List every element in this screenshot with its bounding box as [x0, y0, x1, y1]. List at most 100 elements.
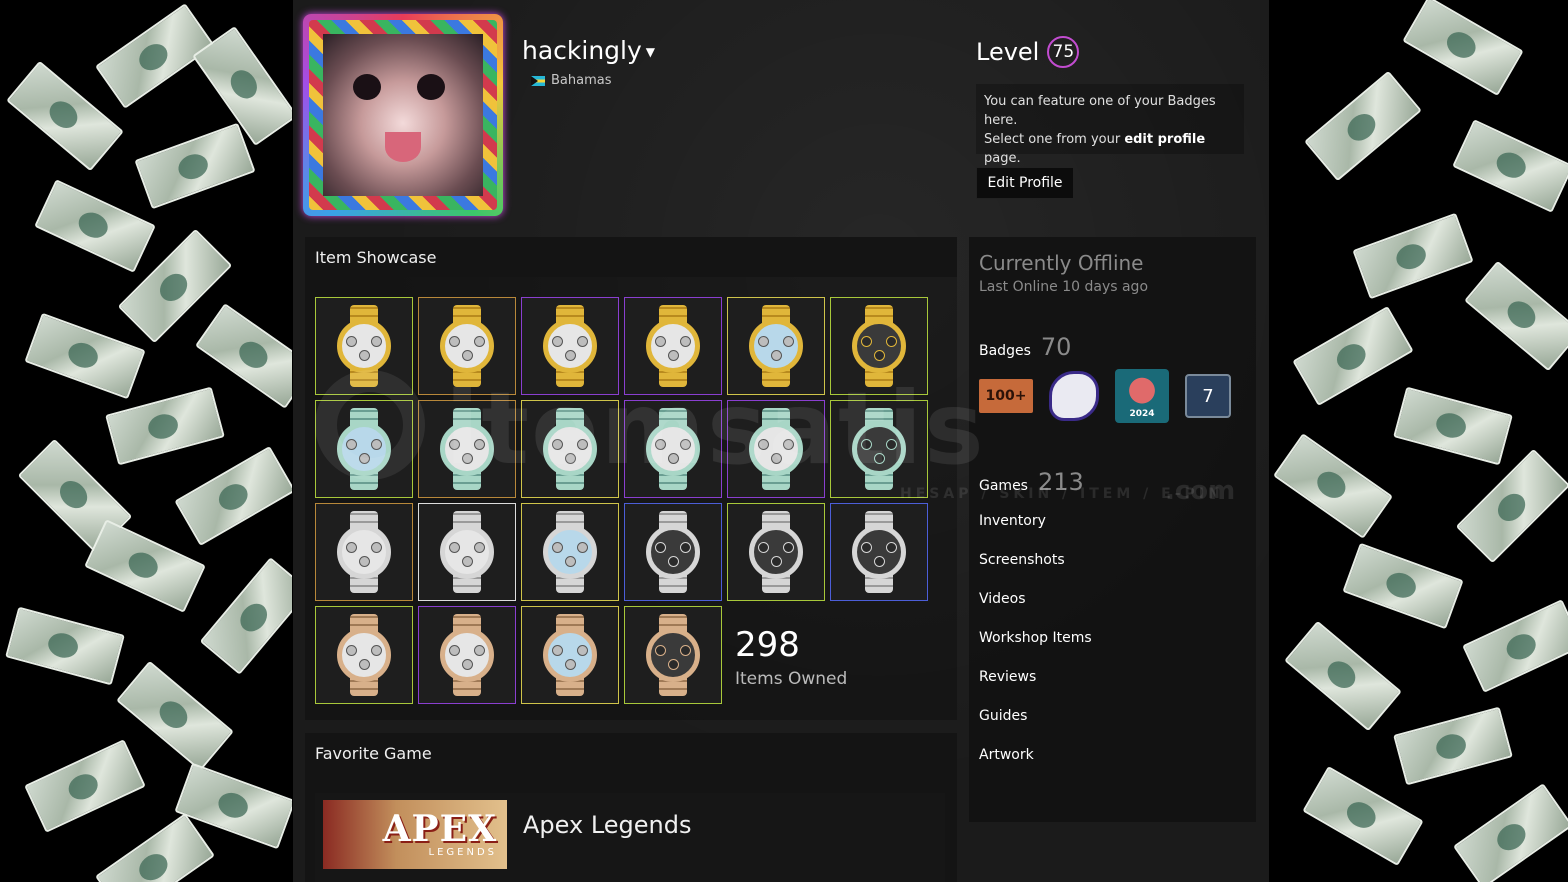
dollar-bill-decoration	[1393, 706, 1513, 786]
featured-badge-note: You can feature one of your Badges here.…	[976, 84, 1244, 166]
showcase-item[interactable]	[418, 400, 516, 498]
games-count: 213	[1037, 468, 1084, 496]
game-capsule[interactable]: APEX LEGENDS	[323, 800, 507, 869]
favorite-game: APEX LEGENDS Apex Legends	[305, 773, 957, 882]
watch-icon	[333, 305, 395, 387]
watch-icon	[436, 511, 498, 593]
watch-icon	[539, 305, 601, 387]
dollar-bill-decoration	[1453, 783, 1568, 882]
showcase-item[interactable]	[830, 297, 928, 395]
edit-profile-link[interactable]: edit profile	[1124, 132, 1205, 147]
level-badge[interactable]: 75	[1047, 36, 1080, 68]
years-of-service-badge[interactable]: 100+	[979, 379, 1033, 413]
item-showcase-header: Item Showcase	[305, 237, 957, 277]
edit-profile-button[interactable]: Edit Profile	[976, 167, 1074, 199]
level: Level 75	[976, 36, 1080, 68]
showcase-item[interactable]	[830, 503, 928, 601]
dollar-bill-decoration	[174, 445, 292, 547]
watch-icon	[745, 305, 807, 387]
wolf-badge[interactable]	[1049, 371, 1099, 421]
showcase-item[interactable]	[727, 400, 825, 498]
watch-icon	[436, 408, 498, 490]
level-label: Level	[976, 38, 1040, 66]
dollar-bill-decoration	[5, 606, 125, 686]
showcase-item[interactable]	[418, 297, 516, 395]
showcase-item[interactable]	[418, 503, 516, 601]
profile-sidebar: Currently Offline Last Online 10 days ag…	[969, 237, 1256, 822]
dollar-bill-decoration	[84, 519, 206, 613]
avatar[interactable]	[323, 34, 483, 196]
link-reviews[interactable]: Reviews	[979, 669, 1092, 708]
link-inventory[interactable]: Inventory	[979, 513, 1092, 552]
watch-icon	[745, 408, 807, 490]
dollar-bill-decoration	[1462, 599, 1568, 693]
watch-icon	[848, 511, 910, 593]
dollar-bill-decoration	[192, 26, 292, 146]
badges-count: 70	[1040, 333, 1072, 361]
dollar-bill-decoration	[1393, 386, 1513, 466]
last-online: Last Online 10 days ago	[979, 279, 1149, 295]
watch-icon	[539, 408, 601, 490]
background-right	[1268, 0, 1568, 882]
dollar-bill-decoration	[116, 660, 234, 772]
badges-label: Badges	[979, 343, 1031, 359]
caret-down-icon: ▼	[645, 45, 656, 59]
steam-replay-2024-badge[interactable]: 2024	[1115, 369, 1169, 423]
showcase-item[interactable]	[727, 297, 825, 395]
dollar-bill-decoration	[24, 739, 146, 833]
showcase-item[interactable]	[624, 503, 722, 601]
avatar-frame	[303, 14, 503, 216]
favorite-game-header: Favorite Game	[305, 733, 957, 773]
badge-list: 100+ 2024 7	[979, 369, 1231, 423]
dollar-bill-decoration	[1455, 448, 1568, 564]
link-videos[interactable]: Videos	[979, 591, 1092, 630]
watch-icon	[848, 305, 910, 387]
items-owned-count: 298	[735, 625, 800, 665]
bahamas-flag-icon	[531, 75, 545, 86]
game-badge[interactable]: 7	[1185, 374, 1231, 418]
showcase-item[interactable]	[624, 297, 722, 395]
favorite-game-name[interactable]: Apex Legends	[523, 811, 692, 839]
dollar-bill-decoration	[134, 122, 256, 210]
showcase-item[interactable]	[315, 503, 413, 601]
dollar-bill-decoration	[1352, 212, 1474, 300]
country-name: Bahamas	[551, 73, 612, 88]
capsule-logo-subtitle: LEGENDS	[428, 847, 497, 858]
showcase-item[interactable]	[315, 606, 413, 704]
showcase-item[interactable]	[315, 297, 413, 395]
showcase-item[interactable]	[521, 297, 619, 395]
dollar-bill-decoration	[95, 813, 215, 882]
watch-icon	[539, 511, 601, 593]
showcase-item[interactable]	[521, 503, 619, 601]
showcase-item[interactable]	[418, 606, 516, 704]
showcase-item[interactable]	[830, 400, 928, 498]
link-screenshots[interactable]: Screenshots	[979, 552, 1092, 591]
showcase-item[interactable]	[521, 606, 619, 704]
profile-links: Inventory Screenshots Videos Workshop It…	[979, 513, 1092, 786]
persona-name-dropdown[interactable]: hackingly ▼	[522, 36, 655, 65]
persona-name: hackingly	[522, 36, 642, 65]
watch-icon	[436, 305, 498, 387]
watch-icon	[436, 614, 498, 696]
games-count-link[interactable]: Games 213	[979, 468, 1084, 496]
background-left	[0, 0, 292, 882]
watch-icon	[745, 511, 807, 593]
watch-icon	[642, 614, 704, 696]
showcase-item[interactable]	[521, 400, 619, 498]
showcase-item[interactable]	[315, 400, 413, 498]
country: Bahamas	[531, 73, 612, 88]
link-workshop-items[interactable]: Workshop Items	[979, 630, 1092, 669]
dollar-bill-decoration	[1342, 542, 1464, 630]
items-owned-label: Items Owned	[735, 669, 848, 689]
link-artwork[interactable]: Artwork	[979, 747, 1092, 786]
dollar-bill-decoration	[1273, 433, 1393, 539]
profile-page: hackingly ▼ Bahamas Level 75 You can feat…	[293, 0, 1269, 882]
showcase-item[interactable]	[624, 606, 722, 704]
badges-count-link[interactable]: Badges 70	[979, 333, 1071, 361]
link-guides[interactable]: Guides	[979, 708, 1092, 747]
showcase-item[interactable]	[624, 400, 722, 498]
items-owned[interactable]: 298 Items Owned	[735, 625, 847, 689]
watch-icon	[848, 408, 910, 490]
showcase-item[interactable]	[727, 503, 825, 601]
watch-icon	[642, 511, 704, 593]
